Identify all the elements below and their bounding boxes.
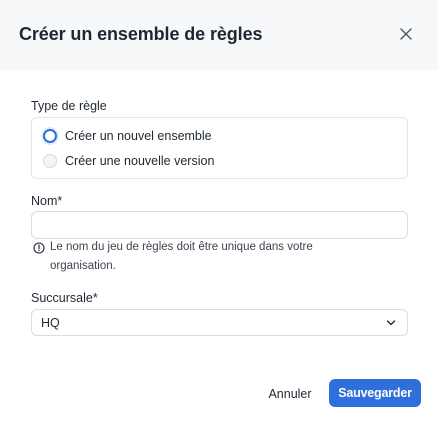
rule-type-label: Type de règle [31, 99, 107, 113]
radio-button-unchecked[interactable] [43, 154, 57, 168]
radio-option-new-set[interactable]: Créer un nouvel ensemble [43, 127, 212, 145]
required-marker: * [57, 194, 63, 208]
name-hint: Le nom du jeu de règles doit être unique… [33, 241, 363, 276]
save-button[interactable]: Sauvegarder [329, 379, 421, 407]
branch-label: Succursale* [31, 291, 98, 305]
cancel-button[interactable]: Annuler [262, 380, 318, 407]
create-ruleset-dialog: Créer un ensemble de règles Type de règl… [0, 0, 438, 424]
branch-select-value: HQ [41, 316, 60, 330]
hint-text: Le nom du jeu de règles doit être unique… [50, 241, 313, 272]
close-icon [400, 28, 412, 40]
name-input[interactable] [31, 211, 408, 239]
rule-type-radio-group: Créer un nouvel ensemble Créer une nouve… [31, 117, 408, 179]
dialog-title: Créer un ensemble de règles [19, 24, 263, 44]
radio-option-label: Créer un nouvel ensemble [65, 129, 212, 143]
close-button[interactable] [397, 25, 415, 43]
radio-button-checked[interactable] [43, 129, 57, 143]
required-marker: * [92, 291, 98, 305]
branch-label-text: Succursale [31, 291, 93, 305]
name-label: Nom* [31, 194, 62, 208]
radio-option-new-version[interactable]: Créer une nouvelle version [43, 152, 214, 170]
radio-option-label: Créer une nouvelle version [65, 154, 215, 168]
name-label-text: Nom [31, 194, 58, 208]
branch-select[interactable]: HQ [31, 309, 408, 336]
info-icon [33, 242, 45, 254]
chevron-down-icon [386, 320, 396, 326]
dialog-header: Créer un ensemble de règles [0, 0, 438, 70]
